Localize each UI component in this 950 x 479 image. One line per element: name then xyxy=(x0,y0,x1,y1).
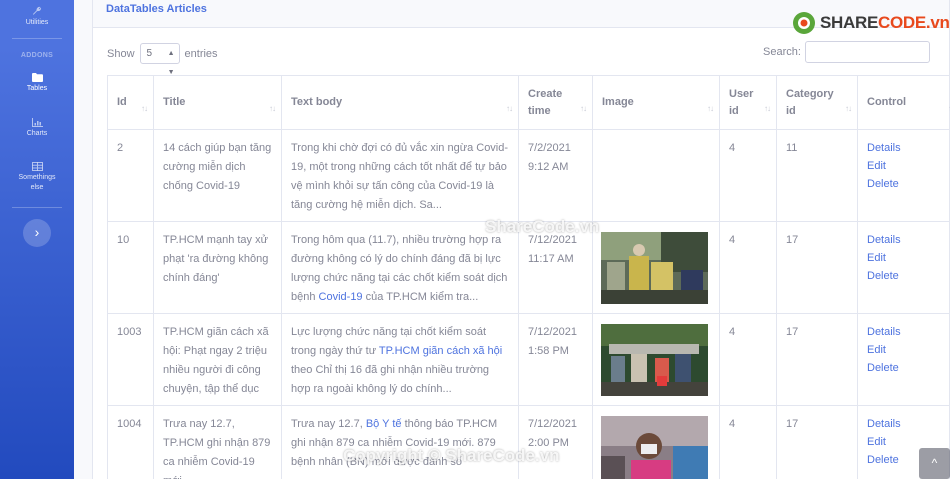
cell-image xyxy=(592,313,720,406)
edit-link[interactable]: Edit xyxy=(867,249,950,267)
sidebar-toggle-button[interactable]: › xyxy=(23,219,51,247)
cell-image xyxy=(592,129,720,222)
scroll-to-top-button[interactable]: ^ xyxy=(919,448,950,479)
cell-title: TP.HCM giãn cách xã hội: Phạt ngay 2 tri… xyxy=(153,313,282,406)
cell-id: 10 xyxy=(107,221,154,314)
sort-icon: ↑↓ xyxy=(269,104,276,113)
sidebar-item-label: Charts xyxy=(26,130,48,137)
sidebar-item-tables[interactable]: Tables xyxy=(0,73,74,94)
body-link[interactable]: Covid-19 xyxy=(319,291,363,303)
cell-image xyxy=(592,405,720,479)
body-link[interactable]: TP.HCM giãn cách xã hội xyxy=(379,345,502,357)
table-row: 1003 TP.HCM giãn cách xã hội: Phạt ngay … xyxy=(107,313,950,406)
wrench-icon xyxy=(32,6,42,15)
sidebar-item-label: Tables xyxy=(26,85,48,92)
cell-title: 14 cách giúp bạn tăng cường miễn dịch ch… xyxy=(153,129,282,222)
cell-image xyxy=(592,221,720,314)
column-header-user-id[interactable]: User id ↑↓ xyxy=(719,75,777,130)
details-link[interactable]: Details xyxy=(867,139,950,157)
entries-length-control: Show 5 ▲ ▼ entries xyxy=(107,43,218,76)
cell-category-id: 17 xyxy=(776,313,858,406)
card-title: DataTables Articles xyxy=(106,3,207,15)
cell-id: 2 xyxy=(107,129,154,222)
cell-create-time: 7/12/2021 2:00 PM xyxy=(518,405,593,479)
copyright-watermark: Copyright © ShareCode.vn xyxy=(343,446,560,465)
table-header-row: Id ↑↓ Title ↑↓ Text body ↑↓ Create time ↑↓ I… xyxy=(107,75,950,130)
folder-icon xyxy=(31,73,43,82)
cell-create-time: 7/12/2021 1:58 PM xyxy=(518,313,593,406)
cell-id: 1004 xyxy=(107,405,154,479)
sidebar-divider xyxy=(12,38,62,39)
chart-icon xyxy=(31,118,43,127)
column-header-category-id[interactable]: Category id ↑↓ xyxy=(776,75,858,130)
police-checkpoint-photo xyxy=(601,232,708,304)
search-input[interactable] xyxy=(804,41,930,63)
column-header-create-time[interactable]: Create time ↑↓ xyxy=(518,75,593,130)
cell-control: Details Edit Delete xyxy=(857,221,950,314)
logo-text: SHARECODE.vn xyxy=(820,13,950,32)
vaccination-photo xyxy=(601,416,708,479)
cell-user-id: 4 xyxy=(719,221,777,314)
search-label: Search: xyxy=(763,46,801,58)
cell-text-body: Trưa nay 12.7, Bộ Y tế thông báo TP.HCM … xyxy=(281,405,519,479)
details-link[interactable]: Details xyxy=(867,415,950,433)
center-watermark: ShareCode.vn xyxy=(485,217,600,236)
sidebar-item-label: Somethings else xyxy=(18,174,56,191)
table-row: 1004 Trưa nay 12.7, TP.HCM ghi nhận 879 … xyxy=(107,405,950,479)
cell-text-body: Trong khi chờ đợi có đủ vắc xin ngừa Cov… xyxy=(281,129,519,222)
show-label: Show xyxy=(107,47,135,60)
table-icon xyxy=(31,162,43,171)
sort-icon: ↑↓ xyxy=(707,104,714,113)
column-header-image[interactable]: Image ↑↓ xyxy=(592,75,720,130)
sidebar-divider xyxy=(12,207,62,208)
cell-user-id: 4 xyxy=(719,313,777,406)
cell-create-time: 7/2/2021 9:12 AM xyxy=(518,129,593,222)
column-header-title[interactable]: Title ↑↓ xyxy=(153,75,282,130)
cell-text-body: Trong hôm qua (11.7), nhiều trường hợp r… xyxy=(281,221,519,314)
details-link[interactable]: Details xyxy=(867,323,950,341)
sidebar-heading-addons: ADDONS xyxy=(20,52,54,59)
column-header-text-body[interactable]: Text body ↑↓ xyxy=(281,75,519,130)
cell-category-id: 17 xyxy=(776,405,858,479)
entries-value: 5 xyxy=(146,48,153,59)
sort-icon: ↑↓ xyxy=(141,104,148,113)
sharecode-leaf-icon xyxy=(793,12,815,34)
cell-control: Details Edit Delete xyxy=(857,129,950,222)
cell-text-body: Lực lượng chức năng tại chốt kiểm soát t… xyxy=(281,313,519,406)
articles-table: Id ↑↓ Title ↑↓ Text body ↑↓ Create time ↑↓ I… xyxy=(107,75,950,479)
cell-category-id: 11 xyxy=(776,129,858,222)
street-crowd-photo xyxy=(601,324,708,396)
datatable-card: DataTables Articles Show 5 ▲ ▼ entries Se… xyxy=(92,0,950,479)
edit-link[interactable]: Edit xyxy=(867,157,950,175)
cell-control: Details Edit Delete xyxy=(857,313,950,406)
sidebar: Utilities ADDONS Tables Charts Something… xyxy=(0,0,74,479)
edit-link[interactable]: Edit xyxy=(867,341,950,359)
column-header-control[interactable]: Control↑↓ xyxy=(857,75,950,130)
entries-label: entries xyxy=(184,47,218,60)
sidebar-item-label: Utilities xyxy=(25,19,49,26)
sort-icon: ↑↓ xyxy=(506,104,513,113)
cell-title: Trưa nay 12.7, TP.HCM ghi nhận 879 ca nh… xyxy=(153,405,282,479)
cell-id: 1003 xyxy=(107,313,154,406)
sidebar-item-charts[interactable]: Charts xyxy=(0,118,74,139)
sidebar-item-somethings-else[interactable]: Somethings else xyxy=(0,162,74,193)
body-link[interactable]: Bộ Y tế xyxy=(366,418,402,430)
column-header-id[interactable]: Id ↑↓ xyxy=(107,75,154,130)
sort-icon: ↑↓ xyxy=(580,104,587,113)
delete-link[interactable]: Delete xyxy=(867,359,950,377)
delete-link[interactable]: Delete xyxy=(867,175,950,193)
entries-select[interactable]: 5 ▲ ▼ xyxy=(139,43,180,76)
cell-category-id: 17 xyxy=(776,221,858,314)
cell-title: TP.HCM mạnh tay xử phạt 'ra đường không … xyxy=(153,221,282,314)
details-link[interactable]: Details xyxy=(867,231,950,249)
table-row: 2 14 cách giúp bạn tăng cường miễn dịch … xyxy=(107,129,950,222)
sort-icon: ↑↓ xyxy=(764,104,771,113)
sharecode-logo: SHARECODE.vn xyxy=(792,11,950,35)
sidebar-item-utilities[interactable]: Utilities xyxy=(0,6,74,28)
search-control: Search: xyxy=(763,41,930,63)
cell-user-id: 4 xyxy=(719,129,777,222)
cell-user-id: 4 xyxy=(719,405,777,479)
sort-icon: ↑↓ xyxy=(845,104,852,113)
delete-link[interactable]: Delete xyxy=(867,267,950,285)
